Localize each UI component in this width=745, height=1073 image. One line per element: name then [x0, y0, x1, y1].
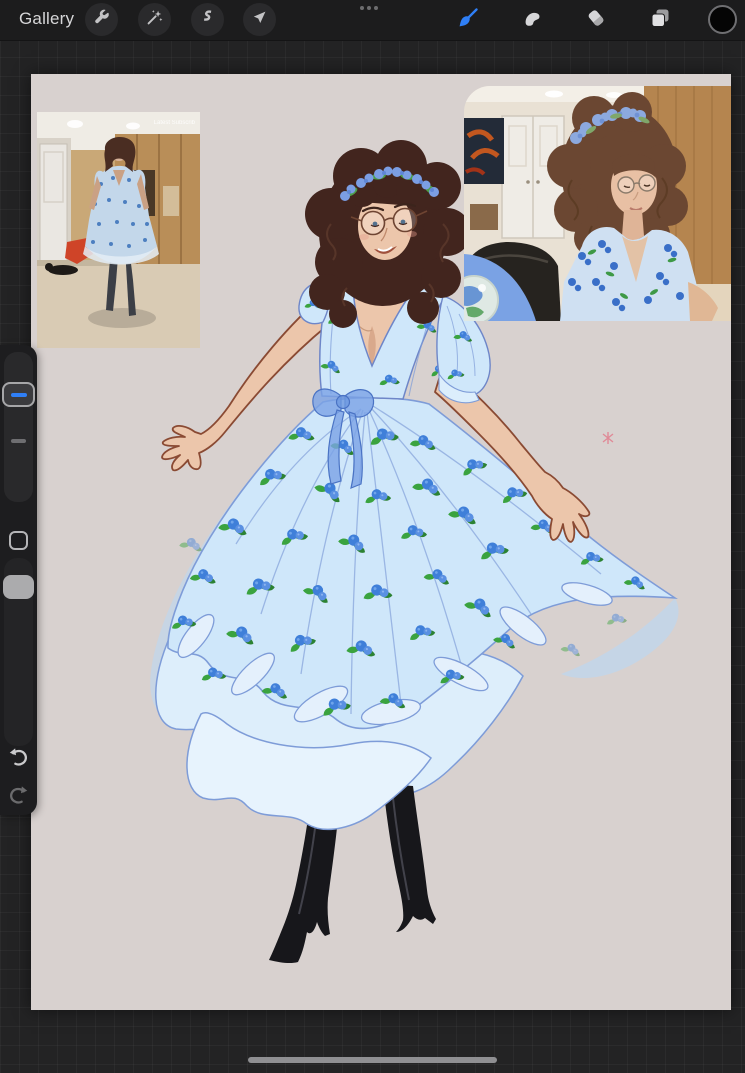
erase-tool-button[interactable] — [580, 4, 612, 36]
smudge-tool-button[interactable] — [516, 4, 548, 36]
layers-icon — [648, 6, 672, 35]
adjustments-button[interactable] — [138, 3, 171, 36]
gallery-button[interactable]: Gallery — [19, 9, 74, 29]
selection-button[interactable] — [191, 3, 224, 36]
undo-icon — [6, 748, 31, 774]
stream-overlay-text: Latest Subscrib — [154, 120, 196, 126]
smudge-icon — [520, 6, 544, 35]
brush-sidebar — [0, 345, 37, 815]
redo-icon — [6, 786, 31, 812]
canvas-options-dots[interactable] — [360, 6, 388, 10]
s-curve-icon — [198, 8, 217, 32]
magic-wand-icon — [145, 8, 164, 32]
redo-button[interactable] — [6, 783, 31, 808]
brush-icon — [456, 6, 480, 35]
brush-size-slider[interactable] — [4, 352, 33, 502]
wrench-icon — [92, 8, 111, 32]
drawing-canvas[interactable]: Latest Subscrib — [31, 74, 731, 1010]
layers-button[interactable] — [644, 4, 676, 36]
reference-photo-portrait — [464, 86, 731, 321]
brush-opacity-thumb[interactable] — [3, 575, 34, 599]
modify-button[interactable] — [9, 531, 28, 550]
brush-size-thumb[interactable] — [2, 382, 35, 407]
reference-photo-standing: Latest Subscrib — [37, 112, 200, 348]
undo-button[interactable] — [6, 745, 31, 770]
pink-scribble-mark — [602, 432, 614, 444]
eraser-icon — [584, 6, 608, 35]
arrow-cursor-icon — [250, 8, 269, 32]
brush-size-indicator — [10, 392, 27, 397]
color-swatch-button[interactable] — [708, 5, 737, 34]
paint-tool-button[interactable] — [452, 4, 484, 36]
actions-button[interactable] — [85, 3, 118, 36]
slider-tick — [11, 439, 26, 443]
home-indicator[interactable] — [248, 1057, 497, 1063]
transform-button[interactable] — [243, 3, 276, 36]
top-toolbar: Gallery — [0, 0, 745, 41]
